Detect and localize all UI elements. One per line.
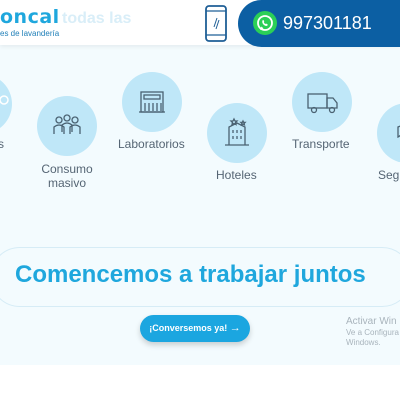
logo-text[interactable]: oncal bbox=[0, 6, 60, 28]
footer-band bbox=[0, 365, 400, 400]
page: oncal es de lavandería todas las 9973011… bbox=[0, 0, 400, 400]
cta-title: Comencemos a trabajar juntos bbox=[15, 261, 366, 288]
truck-icon[interactable] bbox=[292, 72, 352, 132]
category-hoteles-label: Hoteles bbox=[216, 168, 257, 182]
people-group-icon[interactable] bbox=[37, 96, 97, 156]
windows-activation-watermark: Activar Win Ve a Configura Windows. bbox=[346, 316, 400, 348]
conversemos-button[interactable]: ¡Conversemos ya! → bbox=[140, 315, 250, 342]
whatsapp-icon[interactable] bbox=[253, 11, 277, 35]
conversemos-button-label: ¡Conversemos ya! bbox=[149, 323, 228, 333]
watermark-line2: Windows. bbox=[346, 338, 381, 347]
header-faded-text: todas las bbox=[62, 10, 132, 27]
category-consumo-masivo-label: Consumo masivo bbox=[41, 162, 93, 190]
watermark-title: Activar Win bbox=[346, 316, 397, 327]
category-partial-circle[interactable] bbox=[0, 74, 12, 134]
hotel-building-icon[interactable] bbox=[207, 103, 267, 163]
category-laboratorios-label: Laboratorios bbox=[118, 137, 185, 151]
logo-tagline: es de lavandería bbox=[0, 29, 60, 38]
category-transporte-label: Transporte bbox=[292, 137, 350, 151]
phone-number[interactable]: 997301181 bbox=[283, 12, 372, 34]
shield-icon[interactable] bbox=[377, 103, 400, 163]
category-partial-label: s bbox=[0, 137, 4, 151]
laboratory-building-icon[interactable] bbox=[122, 72, 182, 132]
mobile-phone-icon[interactable] bbox=[203, 5, 229, 42]
watermark-line1: Ve a Configura bbox=[346, 328, 399, 337]
arrow-right-icon: → bbox=[229, 322, 241, 334]
category-partial-right-label: Seg bbox=[378, 168, 400, 182]
